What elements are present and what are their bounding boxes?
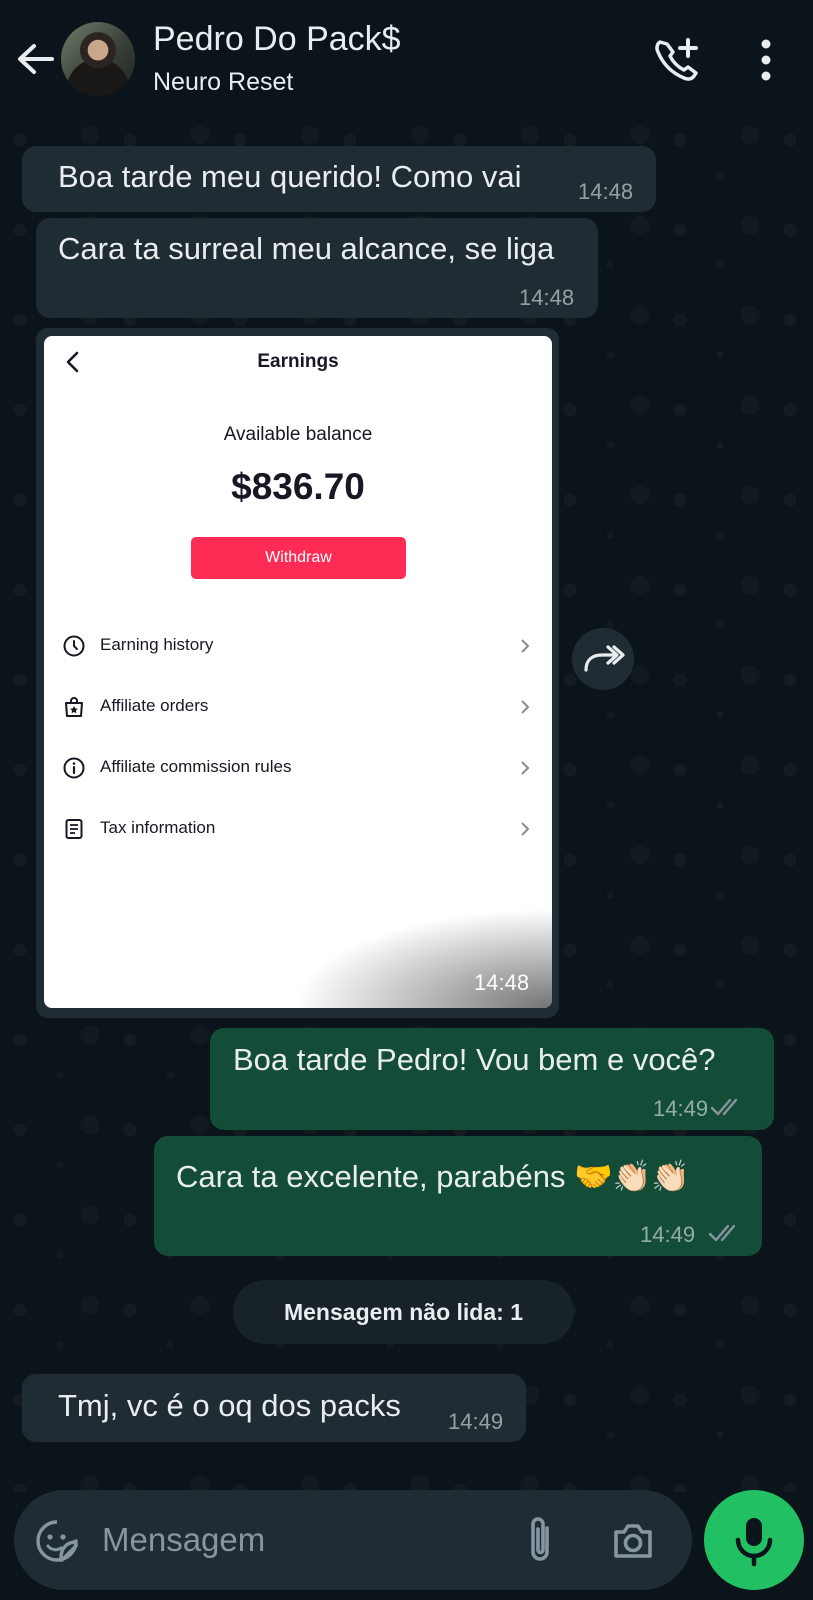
read-receipt-icon: [710, 1098, 738, 1116]
camera-icon: [614, 1524, 652, 1558]
earnings-screenshot[interactable]: Earnings Available balance $836.70 Withd…: [44, 336, 552, 1008]
chevron-right-icon: [521, 761, 530, 775]
paperclip-icon: [531, 1517, 549, 1561]
balance-label: Available balance: [223, 424, 373, 445]
more-vertical-icon: [761, 39, 771, 81]
chat-area[interactable]: Boa tarde meu querido! Como vai 14:48 Ca…: [0, 120, 813, 1492]
earnings-row: Affiliate commission rules: [44, 748, 552, 788]
earnings-row-label: Affiliate commission rules: [100, 757, 292, 776]
image-time: 14:48: [474, 970, 530, 995]
add-call-icon: [655, 38, 698, 81]
message-time: 14:49: [640, 1222, 696, 1247]
message-time: 14:48: [578, 179, 634, 204]
contact-name[interactable]: Pedro Do Pack$: [153, 20, 401, 59]
message-bubble[interactable]: Cara ta excelente, parabéns 🤝👏🏻👏🏻 14:49: [154, 1136, 762, 1256]
chevron-right-icon: [521, 639, 530, 653]
withdraw-button: Withdraw: [191, 537, 406, 579]
earnings-row-label: Earning history: [100, 635, 214, 654]
clock-icon: [63, 635, 85, 657]
document-icon: [65, 819, 83, 839]
forward-icon: [584, 645, 625, 672]
unread-messages-banner: Mensagem não lida: 1: [233, 1280, 574, 1344]
message-bubble[interactable]: Boa tarde Pedro! Vou bem e você? 14:49: [210, 1028, 774, 1130]
contact-status: Neuro Reset: [153, 68, 294, 96]
microphone-icon: [735, 1518, 773, 1567]
read-receipt-icon: [708, 1224, 736, 1242]
earnings-row-label: Affiliate orders: [100, 696, 209, 715]
message-bubble[interactable]: Tmj, vc é o oq dos packs 14:49: [22, 1374, 526, 1442]
forward-button[interactable]: [572, 628, 634, 690]
arrow-left-icon: [18, 44, 54, 74]
voice-record-button[interactable]: [704, 1490, 804, 1590]
message-composer: [14, 1490, 692, 1590]
message-time: 14:48: [519, 285, 575, 310]
camera-button[interactable]: [610, 1518, 656, 1564]
message-text: Tmj, vc é o oq dos packs: [58, 1388, 401, 1423]
info-icon: [63, 757, 85, 779]
chevron-right-icon: [521, 700, 530, 714]
add-call-button[interactable]: [652, 36, 700, 84]
attach-button[interactable]: [522, 1514, 558, 1566]
image-message[interactable]: Earnings Available balance $836.70 Withd…: [36, 328, 559, 1018]
message-text: Boa tarde Pedro! Vou bem e você?: [233, 1042, 716, 1077]
message-bubble[interactable]: Boa tarde meu querido! Como vai 14:48: [22, 146, 656, 212]
chevron-right-icon: [521, 822, 530, 836]
emoji-button[interactable]: [34, 1518, 80, 1564]
earnings-row: Affiliate orders: [44, 687, 552, 727]
message-time: 14:49: [448, 1409, 504, 1434]
shopping-bag-icon: [65, 697, 83, 717]
contact-avatar[interactable]: [61, 22, 135, 96]
sticker-icon: [36, 1520, 78, 1562]
message-input[interactable]: [102, 1514, 492, 1566]
message-text: Cara ta surreal meu alcance, se liga: [58, 231, 555, 266]
earnings-title: Earnings: [257, 351, 339, 372]
message-bubble[interactable]: Cara ta surreal meu alcance, se liga 14:…: [36, 218, 598, 318]
earnings-row-label: Tax information: [100, 818, 216, 837]
earnings-row: Earning history: [44, 626, 552, 666]
balance-amount: $836.70: [231, 466, 365, 507]
back-button[interactable]: [14, 38, 56, 80]
chat-header: Pedro Do Pack$ Neuro Reset: [0, 0, 813, 120]
earnings-row: Tax information: [44, 809, 552, 849]
message-text: Cara ta excelente, parabéns 🤝👏🏻👏🏻: [176, 1159, 690, 1194]
menu-button[interactable]: [748, 38, 784, 82]
message-time: 14:49: [653, 1096, 709, 1121]
message-text: Boa tarde meu querido! Como vai: [58, 159, 522, 194]
